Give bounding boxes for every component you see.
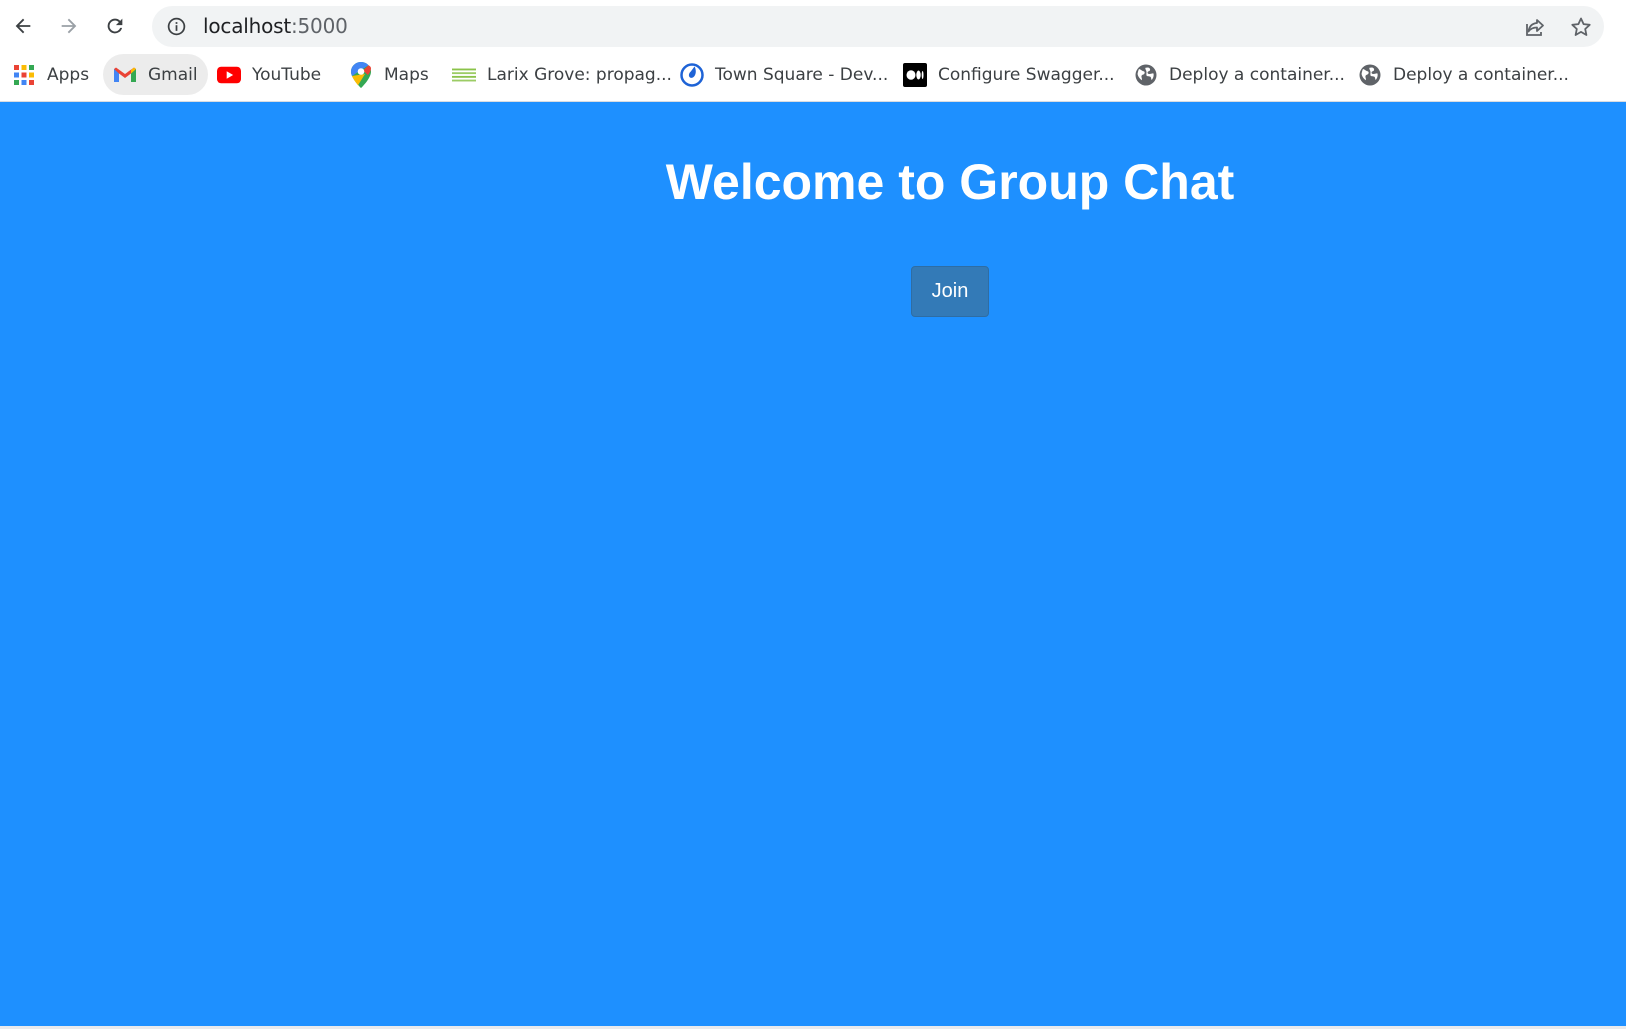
join-button[interactable]: Join	[911, 266, 989, 317]
bookmark-gmail[interactable]: Gmail	[103, 54, 208, 95]
arrow-right-icon	[61, 18, 77, 34]
bookmark-deploy-container-2[interactable]: Deploy a container...	[1348, 54, 1579, 95]
apps-grid-icon	[12, 63, 36, 87]
page-content: Welcome to Group Chat Join	[0, 102, 1626, 1026]
mattermost-icon	[680, 62, 704, 87]
bookmark-label: Larix Grove: propag...	[487, 64, 672, 85]
back-button[interactable]	[6, 9, 40, 43]
forward-button[interactable]	[52, 9, 86, 43]
star-icon[interactable]	[1568, 14, 1594, 40]
share-icon[interactable]	[1522, 14, 1548, 40]
medium-icon	[903, 62, 927, 87]
maps-pin-icon	[349, 61, 373, 88]
reload-button[interactable]	[98, 9, 132, 43]
url-port: :5000	[290, 14, 348, 38]
bookmark-youtube[interactable]: YouTube	[207, 54, 331, 95]
globe-icon	[1358, 63, 1382, 87]
info-icon[interactable]	[166, 16, 187, 37]
browser-toolbar: localhost:5000	[0, 0, 1626, 54]
bookmark-deploy-container-1[interactable]: Deploy a container...	[1124, 54, 1355, 95]
bookmark-maps[interactable]: Maps	[339, 54, 439, 95]
bookmarks-bar: Apps Gmail YouTube Maps Larix Grove: pro…	[0, 54, 1626, 102]
bookmark-apps[interactable]: Apps	[2, 54, 99, 95]
gmail-icon	[113, 63, 137, 87]
url-host: localhost	[203, 14, 291, 38]
page-title: Welcome to Group Chat	[665, 154, 1235, 210]
bookmark-label: Maps	[384, 64, 429, 85]
bookmark-larix-grove[interactable]: Larix Grove: propag...	[442, 54, 682, 95]
bookmark-label: YouTube	[252, 64, 322, 85]
url-text[interactable]: localhost:5000	[203, 6, 348, 47]
youtube-icon	[217, 63, 241, 87]
bookmark-label: Town Square - Dev...	[715, 64, 889, 85]
bookmark-label: Gmail	[148, 64, 198, 85]
bookmark-label: Apps	[47, 64, 90, 85]
reload-icon	[107, 18, 123, 34]
address-bar[interactable]: localhost:5000	[152, 6, 1604, 47]
arrow-left-icon	[15, 18, 31, 34]
globe-icon	[1134, 63, 1158, 87]
bookmark-label: Deploy a container...	[1169, 64, 1345, 85]
bookmark-configure-swagger[interactable]: Configure Swagger...	[893, 54, 1125, 95]
bookmark-town-square[interactable]: Town Square - Dev...	[670, 54, 898, 95]
bookmark-label: Configure Swagger...	[938, 64, 1115, 85]
bookmark-label: Deploy a container...	[1393, 64, 1569, 85]
larix-icon	[452, 63, 476, 87]
